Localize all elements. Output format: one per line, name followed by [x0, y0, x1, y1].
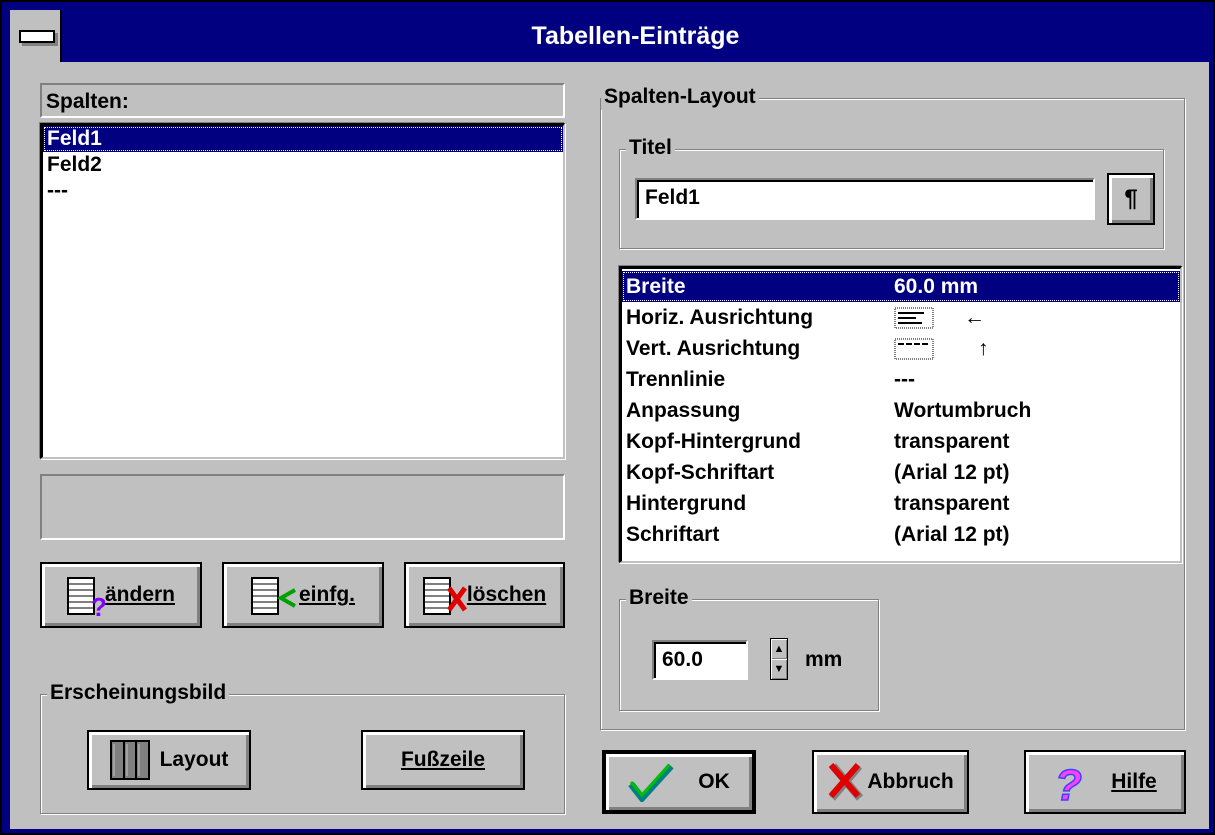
- width-unit-label: mm: [805, 648, 843, 671]
- width-spinner[interactable]: ▲ ▼: [770, 638, 788, 680]
- title-group: Titel Feld1 ¶: [619, 135, 1164, 249]
- appearance-group-title: Erscheinungsbild: [47, 680, 230, 706]
- property-row[interactable]: Trennlinie ---: [622, 364, 1180, 395]
- pilcrow-icon: ¶: [1124, 185, 1138, 212]
- title-input[interactable]: Feld1: [635, 178, 1095, 220]
- help-question-icon: ?: [1054, 760, 1082, 804]
- properties-list[interactable]: Breite 60.0 mm Horiz. Ausrichtung ← Vert…: [619, 266, 1182, 563]
- width-group-title: Breite: [626, 585, 692, 611]
- property-row[interactable]: Vert. Ausrichtung ↑: [622, 333, 1180, 364]
- system-menu-button[interactable]: [10, 10, 62, 62]
- property-row[interactable]: Breite 60.0 mm: [622, 271, 1180, 302]
- window-title: Tabellen-Einträge: [531, 22, 740, 50]
- title-bar[interactable]: Tabellen-Einträge: [10, 10, 1209, 62]
- footer-button-label: Fußzeile: [400, 748, 485, 771]
- cancel-button-label: Abbruch: [867, 770, 954, 793]
- table-delete-icon: [422, 576, 467, 615]
- ok-button[interactable]: OK: [602, 750, 756, 814]
- edit-column-label: ändern: [104, 583, 175, 606]
- footer-button[interactable]: Fußzeile: [361, 730, 525, 790]
- property-row[interactable]: Horiz. Ausrichtung ←: [622, 302, 1180, 333]
- columns-label: Spalten:: [46, 90, 129, 113]
- paragraph-button[interactable]: ¶: [1107, 173, 1155, 225]
- delete-column-button[interactable]: löschen: [404, 562, 565, 628]
- insert-column-label: einfg.: [299, 583, 355, 606]
- property-row[interactable]: Hintergrund transparent: [622, 488, 1180, 519]
- layout-button[interactable]: Layout: [87, 730, 251, 790]
- dialog-window: Tabellen-Einträge Spalten: Feld1 Feld2 -…: [2, 2, 1213, 833]
- title-group-title: Titel: [626, 135, 675, 161]
- columns-header: Spalten:: [40, 83, 565, 118]
- align-top-icon: [894, 338, 934, 359]
- edit-column-button[interactable]: ? ändern: [40, 562, 202, 628]
- column-info-box: [40, 474, 565, 540]
- svg-text:?: ?: [1055, 761, 1082, 804]
- table-edit-icon: ?: [66, 576, 107, 622]
- layout-button-label: Layout: [159, 748, 229, 771]
- property-row[interactable]: Schriftart (Arial 12 pt): [622, 519, 1180, 550]
- list-item[interactable]: Feld1: [43, 126, 563, 152]
- property-row[interactable]: Kopf-Schriftart (Arial 12 pt): [622, 457, 1180, 488]
- list-item[interactable]: Feld2: [43, 152, 563, 178]
- table-insert-icon: [251, 576, 296, 615]
- insert-column-button[interactable]: einfg.: [222, 562, 384, 628]
- align-top-arrow: ↑: [978, 337, 989, 360]
- property-row[interactable]: Kopf-Hintergrund transparent: [622, 426, 1180, 457]
- cancel-button[interactable]: Abbruch: [812, 750, 969, 814]
- column-layout-group: Spalten-Layout Titel Feld1 ¶ Breite 60.0…: [600, 84, 1185, 730]
- help-button-label: Hilfe: [1111, 770, 1157, 793]
- svg-text:?: ?: [91, 592, 105, 618]
- dialog-client: Spalten: Feld1 Feld2 --- ? ändern: [10, 62, 1209, 829]
- layout-columns-icon: [109, 740, 150, 780]
- system-menu-icon: [19, 30, 55, 43]
- appearance-group: Erscheinungsbild Layout Fußzeile: [40, 680, 565, 814]
- spin-down-icon[interactable]: ▼: [771, 659, 787, 679]
- help-button[interactable]: ? Hilfe: [1024, 750, 1186, 814]
- cancel-x-icon: [829, 763, 864, 801]
- column-layout-group-title: Spalten-Layout: [601, 84, 759, 110]
- ok-button-label: OK: [698, 770, 730, 793]
- width-input[interactable]: 60.0: [652, 640, 748, 680]
- list-item[interactable]: ---: [43, 178, 563, 204]
- align-left-arrow: ←: [964, 306, 985, 329]
- spin-up-icon[interactable]: ▲: [771, 639, 787, 659]
- checkmark-icon: [628, 763, 674, 802]
- align-left-icon: [894, 307, 934, 328]
- property-row[interactable]: Anpassung Wortumbruch: [622, 395, 1180, 426]
- columns-list[interactable]: Feld1 Feld2 ---: [40, 123, 565, 459]
- width-group: Breite 60.0 ▲ ▼ mm: [619, 585, 879, 711]
- delete-column-label: löschen: [466, 583, 547, 606]
